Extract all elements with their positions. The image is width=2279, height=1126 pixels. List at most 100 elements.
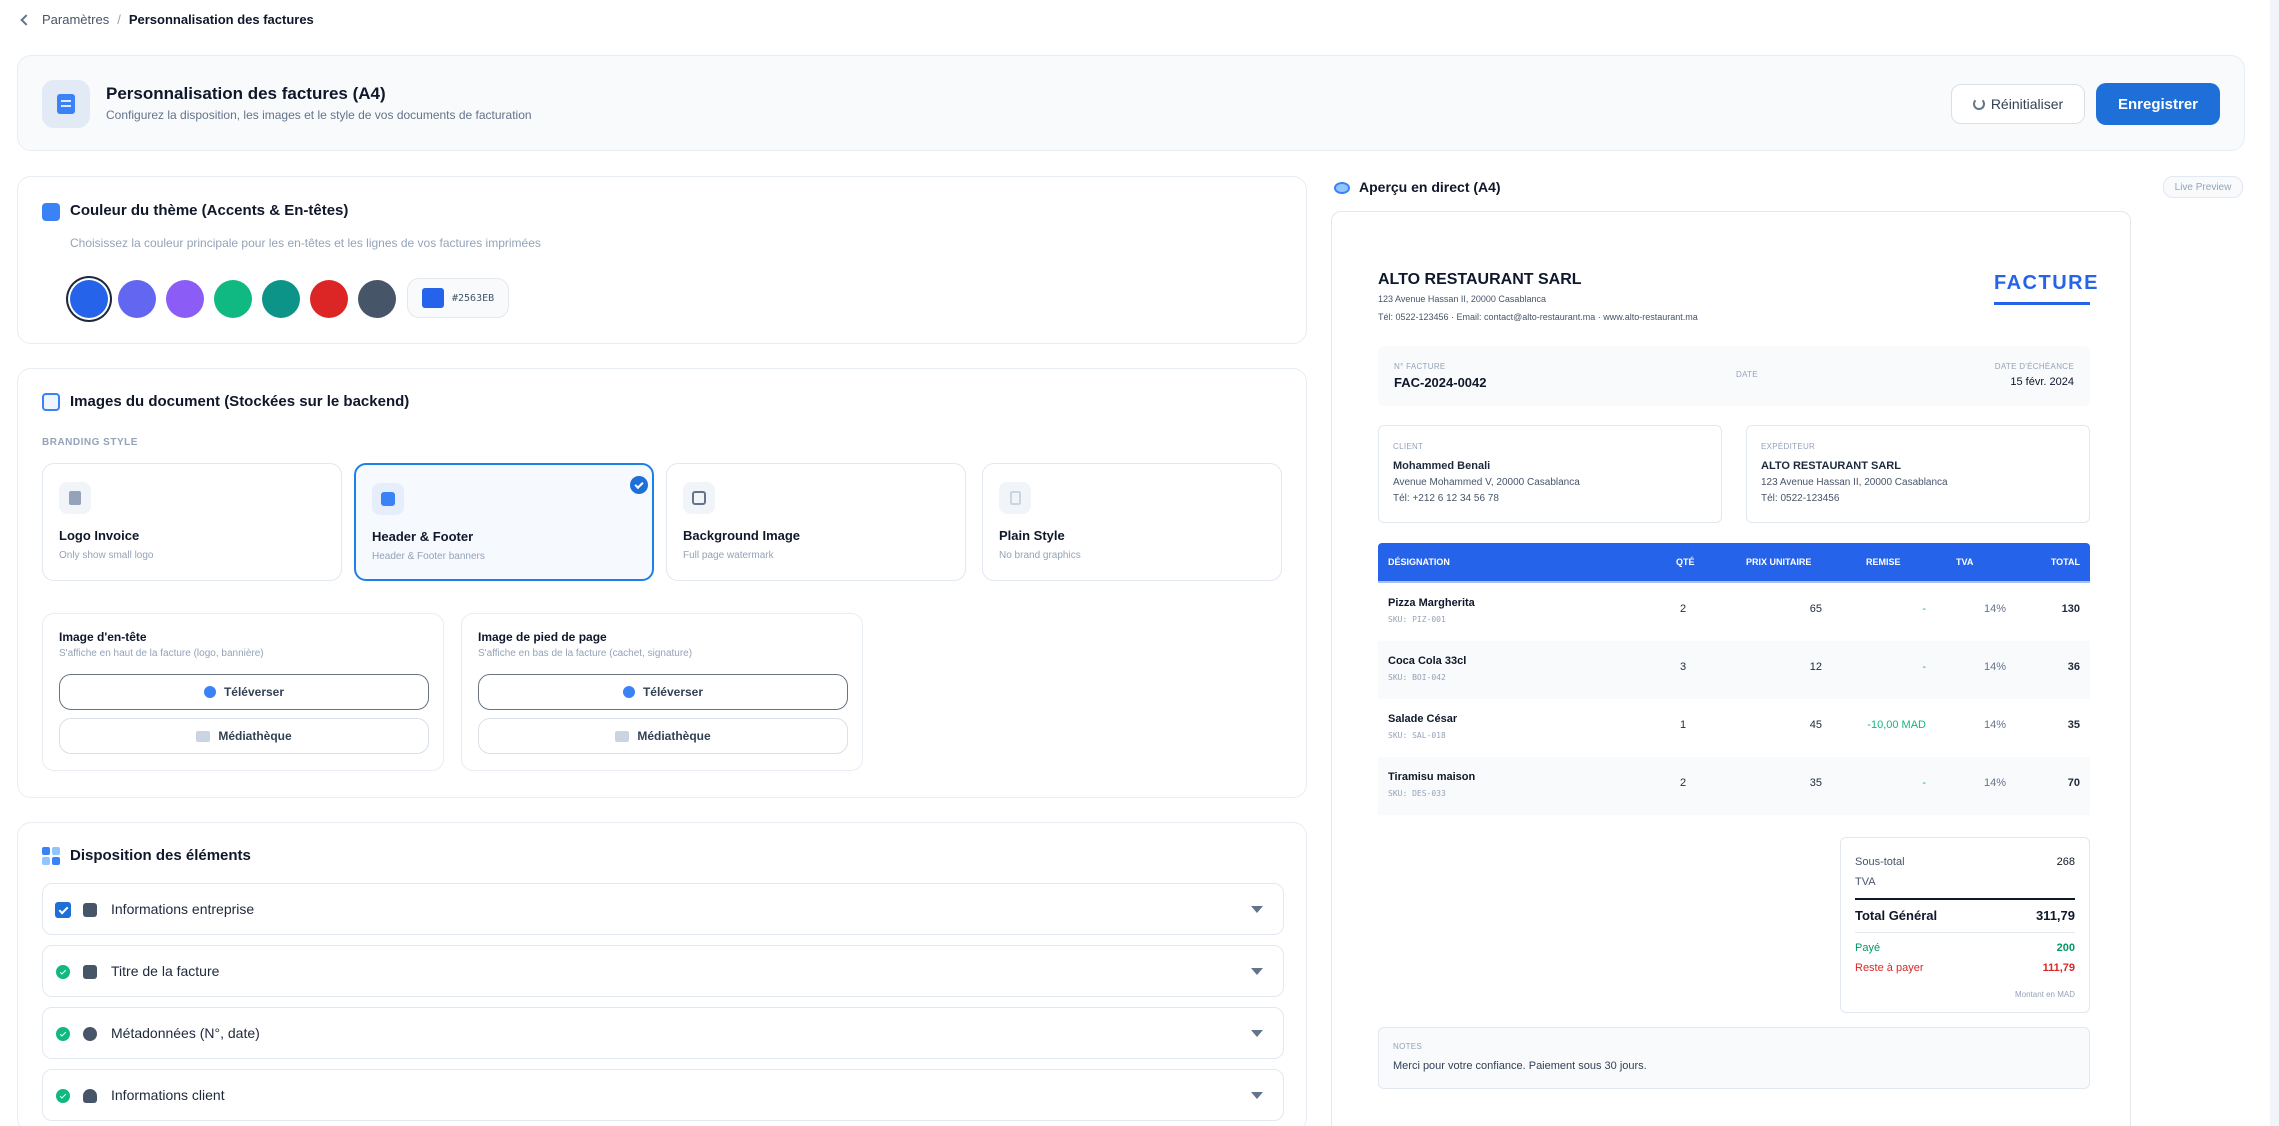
layout-item-metadata[interactable]: Métadonnées (N°, date) [42, 1007, 1284, 1059]
item-sku: SKU: SAL-018 [1388, 731, 1446, 740]
table-row: Pizza Margherita SKU: PIZ-001 2 65 - 14%… [1378, 583, 2090, 641]
footer-image-title: Image de pied de page [478, 630, 607, 644]
invoice-number: FAC-2024-0042 [1394, 375, 1487, 390]
item-name: Tiramisu maison [1388, 771, 1476, 783]
style-card-subtitle: Header & Footer banners [372, 551, 485, 562]
custom-color-preview [422, 288, 444, 308]
totals-rule [1855, 898, 2075, 900]
layout-item-label: Informations client [111, 1087, 225, 1103]
refresh-icon [1972, 98, 1985, 110]
style-card-title: Logo Invoice [59, 528, 140, 543]
gallery-icon [196, 730, 211, 742]
palette-icon [42, 203, 60, 221]
footer-upload-button[interactable]: Téléverser [478, 674, 848, 710]
sender-name: ALTO RESTAURANT SARL [1761, 460, 1901, 472]
header-library-button[interactable]: Médiathèque [59, 718, 429, 754]
col-tva: TVA [1956, 557, 1974, 567]
notes-box: NOTES Merci pour votre confiance. Paieme… [1378, 1027, 2090, 1089]
color-swatch-teal[interactable] [262, 280, 300, 318]
style-card-background-image[interactable]: Background Image Full page watermark [666, 463, 966, 581]
style-card-title: Plain Style [999, 528, 1065, 543]
header-image-subtitle: S'affiche en haut de la facture (logo, b… [59, 648, 264, 659]
color-swatch-red[interactable] [310, 280, 348, 318]
item-qty: 2 [1680, 777, 1687, 789]
invoice-icon [42, 80, 90, 128]
footer-library-button[interactable]: Médiathèque [478, 718, 848, 754]
item-total: 35 [2067, 719, 2080, 731]
theme-title: Couleur du thème (Accents & En-têtes) [70, 202, 349, 219]
chevron-down-icon[interactable] [1251, 1092, 1263, 1099]
style-card-logo-invoice[interactable]: Logo Invoice Only show small logo [42, 463, 342, 581]
footer-image-subtitle: S'affiche en bas de la facture (cachet, … [478, 648, 693, 659]
style-card-title: Background Image [683, 528, 801, 543]
reset-button[interactable]: Réinitialiser [1951, 84, 2085, 124]
document-icon [83, 965, 97, 979]
invoice-preview-paper: ALTO RESTAURANT SARL 123 Avenue Hassan I… [1331, 211, 2131, 1126]
chevron-down-icon[interactable] [1251, 968, 1263, 975]
sender-phone: Tél: 0522-123456 [1761, 493, 1840, 504]
chevron-down-icon[interactable] [1251, 906, 1263, 913]
theme-color-card: Couleur du thème (Accents & En-têtes) Ch… [17, 176, 1307, 344]
style-card-plain-style[interactable]: Plain Style No brand graphics [982, 463, 1282, 581]
item-sku: SKU: DES-033 [1388, 789, 1446, 798]
upload-icon [203, 686, 216, 698]
color-swatch-slate[interactable] [358, 280, 396, 318]
company-contact: Tél: 0522-123456 · Email: contact@alto-r… [1378, 312, 1698, 322]
layout-item-invoice-title[interactable]: Titre de la facture [42, 945, 1284, 997]
page-scrollbar[interactable] [2270, 0, 2279, 1126]
company-name: ALTO RESTAURANT SARL [1378, 271, 1582, 288]
eye-icon [1334, 182, 1350, 194]
subtotal-value: 268 [2056, 856, 2075, 868]
breadcrumb-separator: / [117, 12, 121, 27]
upload-label: Téléverser [223, 685, 285, 699]
page-header-card: Personnalisation des factures (A4) Confi… [17, 55, 2245, 151]
page-subtitle: Configurez la disposition, les images et… [106, 108, 532, 122]
layout-item-company-info[interactable]: Informations entreprise [42, 883, 1284, 935]
checkbox-checked[interactable] [55, 902, 71, 918]
save-button[interactable]: Enregistrer [2096, 83, 2220, 125]
chevron-down-icon[interactable] [1251, 1030, 1263, 1037]
item-tva: 14% [1983, 661, 2006, 673]
custom-color-picker[interactable]: #2563EB [407, 278, 509, 318]
item-price: 45 [1809, 719, 1822, 731]
layout-item-label: Métadonnées (N°, date) [111, 1025, 260, 1041]
branding-style-label: BRANDING STYLE [42, 437, 138, 448]
layout-title: Disposition des éléments [70, 847, 251, 864]
info-icon [83, 1027, 97, 1041]
header-upload-button[interactable]: Téléverser [59, 674, 429, 710]
item-tva: 14% [1983, 777, 2006, 789]
company-address: 123 Avenue Hassan II, 20000 Casablanca [1378, 294, 1546, 304]
sender-box: EXPÉDITEUR ALTO RESTAURANT SARL 123 Aven… [1746, 425, 2090, 523]
remaining-value: 111,79 [2042, 962, 2075, 974]
totals-box: Sous-total 268 TVA Total Général 311,79 … [1840, 837, 2090, 1013]
user-icon [83, 1089, 97, 1103]
chevron-left-icon[interactable] [20, 13, 32, 26]
color-swatch-indigo[interactable] [118, 280, 156, 318]
col-discount: REMISE [1866, 557, 1901, 567]
color-swatch-violet[interactable] [166, 280, 204, 318]
notes-text: Merci pour votre confiance. Paiement sou… [1393, 1060, 1647, 1072]
upload-icon [622, 686, 635, 698]
style-card-header-footer[interactable]: Header & Footer Header & Footer banners [354, 463, 654, 581]
item-qty: 1 [1680, 719, 1687, 731]
layout-item-client-info[interactable]: Informations client [42, 1069, 1284, 1121]
plain-doc-icon [999, 482, 1031, 514]
live-preview-badge: Live Preview [2163, 176, 2243, 198]
tva-label: TVA [1855, 876, 1876, 888]
color-swatch-blue[interactable] [70, 280, 108, 318]
item-qty: 3 [1680, 661, 1687, 673]
breadcrumb-parent-link[interactable]: Paramètres [42, 12, 109, 27]
color-swatch-emerald[interactable] [214, 280, 252, 318]
paid-label: Payé [1855, 942, 1881, 954]
selected-check-icon [630, 476, 648, 494]
check-circle-icon [56, 1089, 70, 1103]
col-total: TOTAL [2050, 557, 2080, 567]
style-card-subtitle: Full page watermark [683, 550, 774, 561]
library-label: Médiathèque [637, 729, 711, 743]
layout-card: Disposition des éléments Informations en… [17, 822, 1307, 1126]
image-icon [42, 393, 60, 411]
invoice-date-label: DATE [1736, 370, 1758, 379]
col-qty: QTÉ [1676, 557, 1695, 567]
header-footer-icon [372, 483, 404, 515]
item-name: Pizza Margherita [1388, 597, 1475, 609]
